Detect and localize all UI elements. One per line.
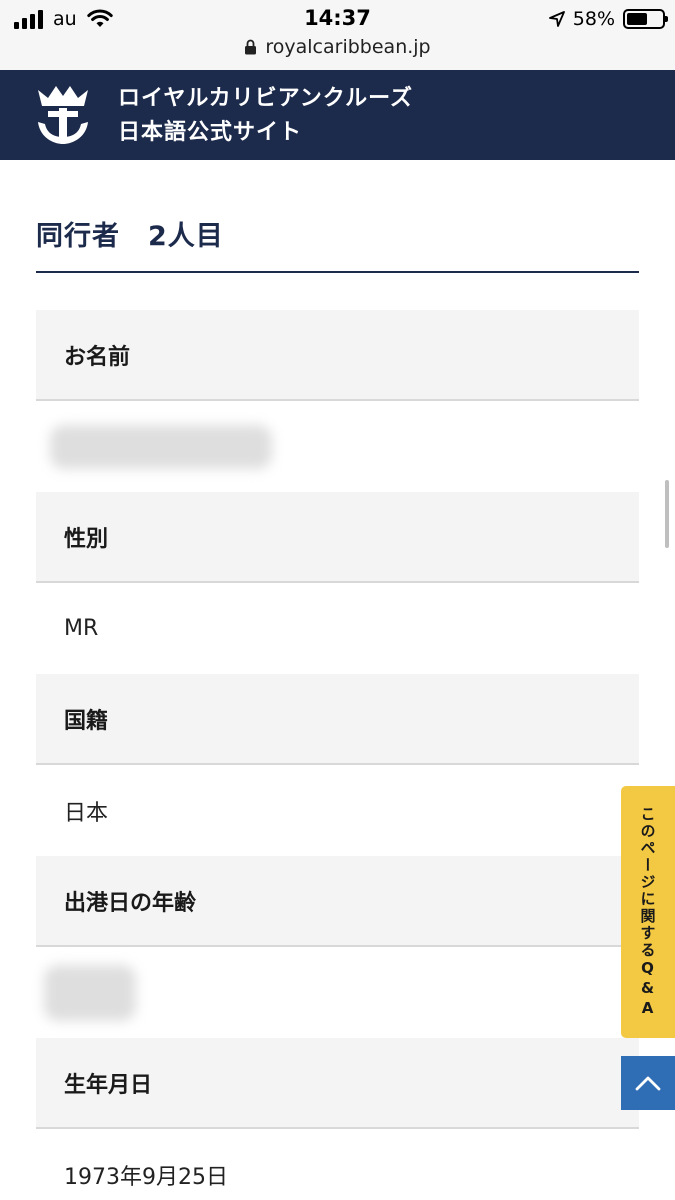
- section-title: 同行者 2人目: [36, 221, 224, 252]
- redacted-age: [44, 964, 136, 1021]
- section-divider: [36, 271, 639, 273]
- field-value-gender: MR: [36, 583, 639, 674]
- chevron-up-icon: [635, 1076, 661, 1091]
- lock-icon: [245, 39, 257, 55]
- battery-percent: 58%: [572, 8, 615, 30]
- back-to-top-button[interactable]: [621, 1056, 675, 1110]
- header-title-line2: 日本語公式サイト: [118, 120, 303, 145]
- site-header: ロイヤルカリビアンクルーズ 日本語公式サイト: [0, 70, 675, 160]
- status-right: 58%: [548, 8, 668, 30]
- location-arrow-icon: [548, 11, 565, 27]
- page-qa-tab[interactable]: このページに関するQ&A: [621, 786, 675, 1038]
- address-bar[interactable]: royalcaribbean.jp: [0, 36, 675, 58]
- crown-anchor-logo[interactable]: [34, 84, 92, 146]
- field-value-nationality: 日本: [36, 765, 639, 856]
- companion-details: お名前 性別 MR 国籍 日本 出港日の年齢 生年月日 1973年9月25日: [36, 310, 639, 1200]
- scrollbar-thumb[interactable]: [665, 480, 669, 548]
- field-label-gender: 性別: [36, 492, 639, 583]
- field-value-birthdate: 1973年9月25日: [36, 1129, 639, 1200]
- field-label-nationality: 国籍: [36, 674, 639, 765]
- battery-fill: [627, 13, 647, 25]
- page-qa-tab-label: このページに関するQ&A: [638, 805, 657, 1019]
- url-text: royalcaribbean.jp: [265, 36, 431, 58]
- redacted-name: [50, 424, 272, 469]
- status-bar: au 14:37 58% royalcaribbean.jp: [0, 0, 675, 70]
- field-label-birthdate: 生年月日: [36, 1038, 639, 1129]
- battery-icon: [623, 9, 668, 29]
- field-value-age: [36, 947, 639, 1038]
- field-value-name: [36, 401, 639, 492]
- header-title[interactable]: ロイヤルカリビアンクルーズ 日本語公式サイト: [118, 82, 413, 150]
- field-label-age: 出港日の年齢: [36, 856, 639, 947]
- header-title-line1: ロイヤルカリビアンクルーズ: [118, 86, 414, 111]
- field-label-name: お名前: [36, 310, 639, 401]
- page: au 14:37 58% royalcaribbean.jp ロイヤルカリビアン…: [0, 0, 675, 1200]
